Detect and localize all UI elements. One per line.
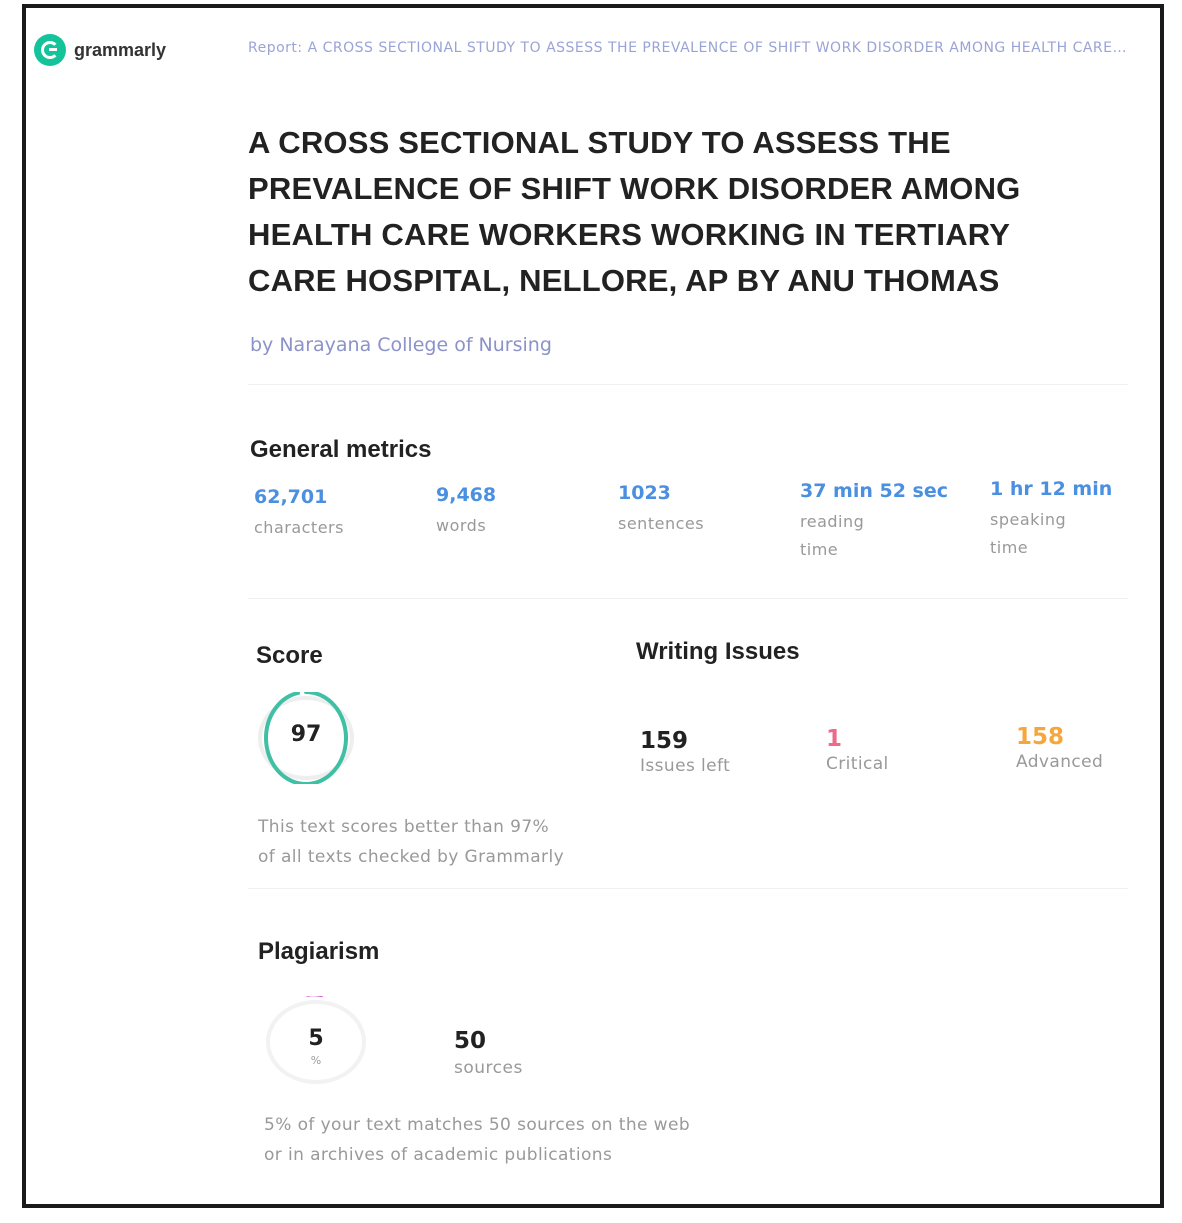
- metric-label: words: [436, 516, 487, 535]
- title-line: A CROSS SECTIONAL STUDY TO ASSESS THE: [248, 125, 951, 160]
- brand-logo[interactable]: grammarly: [34, 34, 166, 66]
- metric-label-line: speaking: [990, 510, 1067, 529]
- metric-value: 37 min 52 sec: [800, 480, 949, 502]
- metric-label: characters: [254, 518, 344, 537]
- report-card: grammarly Report: A CROSS SECTIONAL STUD…: [22, 4, 1164, 1208]
- sources-value: 50: [454, 1028, 487, 1054]
- sources-label: sources: [454, 1058, 523, 1078]
- metric-label-line: time: [800, 540, 839, 559]
- divider: [248, 598, 1128, 599]
- metric-label: speaking time: [990, 506, 1112, 562]
- metric-value: 9,468: [436, 484, 497, 506]
- divider: [248, 384, 1128, 385]
- title-line: PREVALENCE OF SHIFT WORK DISORDER AMONG: [248, 171, 1021, 206]
- divider: [248, 888, 1128, 889]
- author-byline: by Narayana College of Nursing: [250, 334, 552, 356]
- plagiarism-description-line: or in archives of academic publications: [264, 1145, 613, 1165]
- score-heading: Score: [256, 642, 323, 669]
- plagiarism-ring: 5 %: [264, 992, 368, 1092]
- metric-sentences: 1023 sentences: [618, 482, 704, 538]
- metric-value: 62,701: [254, 486, 328, 508]
- issue-label: Issues left: [640, 756, 731, 776]
- metric-value: 1023: [618, 482, 671, 504]
- brand-name: grammarly: [74, 39, 167, 60]
- issue-value: 159: [640, 728, 689, 754]
- issue-label: Critical: [826, 754, 889, 774]
- metric-words: 9,468 words: [436, 484, 496, 540]
- metric-value: 1 hr 12 min: [990, 478, 1113, 500]
- plagiarism-heading: Plagiarism: [258, 938, 380, 965]
- report-title-line: Report: A CROSS SECTIONAL STUDY TO ASSES…: [248, 40, 1128, 56]
- issue-value-advanced: 158: [1016, 724, 1065, 750]
- score-description-line: This text scores better than 97%: [258, 817, 550, 837]
- score-description: This text scores better than 97% of all …: [258, 812, 564, 872]
- plagiarism-unit: %: [310, 1054, 322, 1067]
- issue-label: Advanced: [1016, 752, 1104, 772]
- title-line: HEALTH CARE WORKERS WORKING IN TERTIARY: [248, 217, 1011, 252]
- metric-label: sentences: [618, 514, 705, 533]
- issue-advanced: 158 Advanced: [1016, 724, 1103, 772]
- title-line: CARE HOSPITAL, NELLORE, AP BY ANU THOMAS: [248, 263, 1000, 298]
- score-description-line: of all texts checked by Grammarly: [258, 847, 565, 867]
- issue-issues-left: 159 Issues left: [640, 728, 730, 776]
- document-title: A CROSS SECTIONAL STUDY TO ASSESS THE PR…: [248, 120, 1128, 304]
- general-metrics-heading: General metrics: [250, 436, 432, 463]
- score-ring: 97: [256, 690, 356, 786]
- plagiarism-description: 5% of your text matches 50 sources on th…: [264, 1110, 690, 1170]
- metric-characters: 62,701 characters: [254, 486, 344, 542]
- issue-critical: 1 Critical: [826, 726, 889, 774]
- metric-label-line: time: [990, 538, 1029, 557]
- grammarly-logo-icon: [34, 34, 66, 66]
- metric-reading-time: 37 min 52 sec reading time: [800, 480, 948, 564]
- plagiarism-value: 5: [308, 1026, 324, 1051]
- writing-issues-heading: Writing Issues: [636, 638, 800, 665]
- metric-speaking-time: 1 hr 12 min speaking time: [990, 478, 1112, 562]
- metric-label: reading time: [800, 508, 948, 564]
- issue-value-critical: 1: [826, 726, 843, 752]
- plagiarism-sources: 50 sources: [454, 1028, 523, 1078]
- score-value: 97: [290, 722, 322, 747]
- metric-label-line: reading: [800, 512, 865, 531]
- plagiarism-description-line: 5% of your text matches 50 sources on th…: [264, 1115, 691, 1135]
